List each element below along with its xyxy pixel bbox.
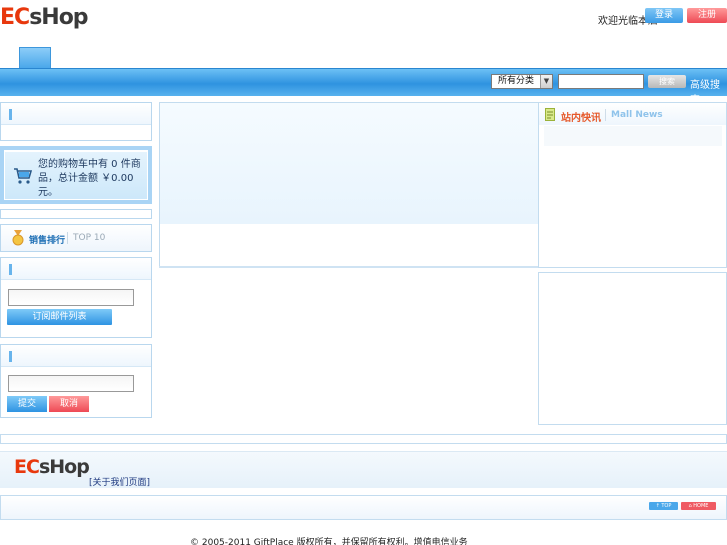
footer-logo-red: EC xyxy=(14,456,40,478)
news-title: 站内快讯 xyxy=(561,113,601,124)
footer-logo[interactable]: ECsHop xyxy=(14,454,90,480)
email-field[interactable] xyxy=(8,289,134,306)
divider xyxy=(605,109,606,121)
cart-summary-text[interactable]: 您的购物车中有 0 件商品，总计金额 ￥0.00元。 xyxy=(38,158,146,200)
right-panel-box xyxy=(538,272,727,425)
footer-help-strip xyxy=(0,434,727,444)
register-button[interactable]: 注册 xyxy=(687,8,727,23)
logo-text-red: EC xyxy=(0,5,30,30)
nav-home-tab[interactable] xyxy=(19,47,51,68)
cancel-button[interactable]: 取消 xyxy=(49,396,89,412)
search-button[interactable]: 搜索 xyxy=(648,75,686,88)
news-list xyxy=(544,126,722,146)
divider xyxy=(67,232,68,244)
divider xyxy=(159,266,539,268)
subscribe-button[interactable]: 订阅邮件列表 xyxy=(7,309,112,325)
top-ten-label: TOP 10 xyxy=(73,233,106,243)
login-button[interactable]: 登录 xyxy=(645,8,683,23)
submit-button[interactable]: 提交 xyxy=(7,396,47,412)
sales-ranking-title: 销售排行 xyxy=(29,236,66,246)
logo[interactable]: ECsHop xyxy=(0,3,94,33)
back-to-top-button[interactable]: ↑ TOP xyxy=(649,502,678,510)
header-bar-icon xyxy=(9,351,12,362)
search-input[interactable] xyxy=(558,74,644,89)
header-bar-icon xyxy=(9,264,12,275)
home-button[interactable]: ⌂ HOME xyxy=(681,502,716,510)
header-bar-icon xyxy=(9,109,12,120)
shopping-cart-icon xyxy=(14,168,33,184)
box-header xyxy=(1,103,151,125)
chevron-down-icon[interactable]: ▼ xyxy=(540,75,552,88)
medal-icon xyxy=(12,230,24,246)
copyright-text: © 2005-2011 GiftPlace 版权所有，并保留所有权利。增值电信业… xyxy=(190,538,468,545)
document-icon xyxy=(545,108,555,121)
box-header xyxy=(1,258,151,280)
vote-field[interactable] xyxy=(8,375,134,392)
empty-box xyxy=(0,209,152,219)
footer-logo-dark: sHop xyxy=(38,456,90,478)
logo-text-dark: sHop xyxy=(29,5,88,30)
footer-nav-bar xyxy=(0,495,727,520)
news-subtitle: Mall News xyxy=(611,110,663,120)
banner-image-area[interactable] xyxy=(160,103,538,224)
about-us-link[interactable]: [关于我们页面] xyxy=(89,475,150,488)
box-header xyxy=(1,345,151,367)
category-tree-box xyxy=(0,102,152,141)
